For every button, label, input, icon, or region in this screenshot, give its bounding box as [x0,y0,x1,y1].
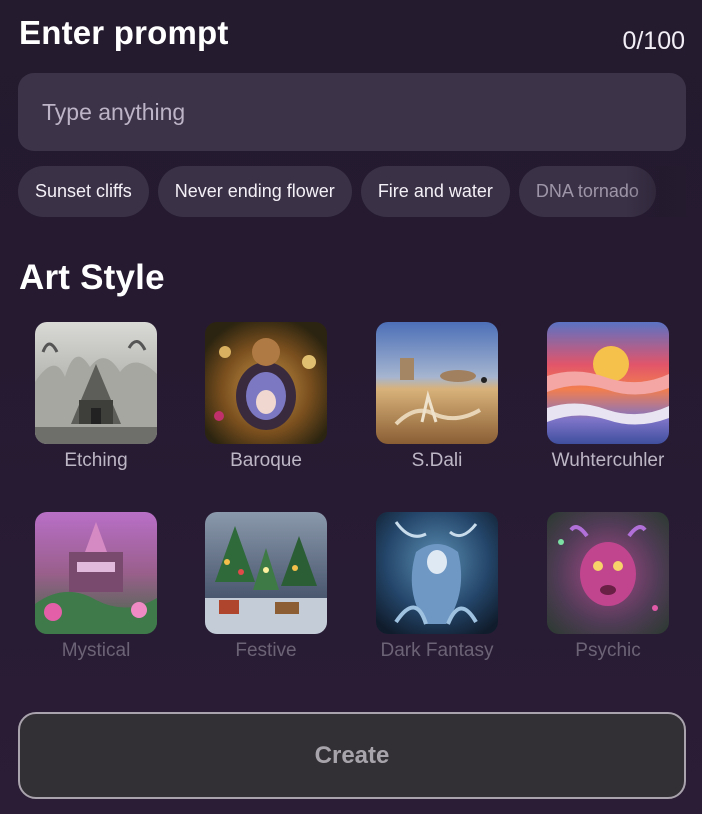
prompt-input[interactable] [40,97,664,127]
baroque-thumbnail [205,322,327,444]
style-label-festive: Festive [235,640,297,661]
etching-thumbnail [35,322,157,444]
style-label-baroque: Baroque [230,450,302,471]
prompt-input-box[interactable] [18,73,686,151]
style-label-etching: Etching [64,450,128,471]
sdali-thumbnail [376,322,498,444]
festive-thumbnail [205,512,327,634]
suggestion-chip-dna-tornado[interactable]: DNA tornado [518,166,656,217]
style-label-psychic: Psychic [575,640,641,661]
suggestion-chip-sunset-cliffs[interactable]: Sunset cliffs [18,166,149,217]
style-tile-wuhtercuhler[interactable]: Wuhtercuhler [522,322,694,472]
style-tile-dark-fantasy[interactable]: Dark Fantasy [351,512,523,662]
prompt-title: Enter prompt [19,14,229,51]
mystical-thumbnail [35,512,157,634]
style-tile-mystical[interactable]: Mystical [10,512,182,662]
art-style-title: Art Style [19,258,165,297]
style-label-wuhtercuhler: Wuhtercuhler [551,450,665,471]
suggestion-chip-never-ending-flower[interactable]: Never ending flower [157,166,352,217]
style-tile-etching[interactable]: Etching [10,322,182,472]
style-label-sdali: S.Dali [411,450,463,471]
psychic-thumbnail [547,512,669,634]
style-tile-psychic[interactable]: Psychic [522,512,694,662]
suggestion-chip-fire-and-water[interactable]: Fire and water [360,166,510,217]
prompt-screen: Enter prompt 0/100 Sunset cliffs Never e… [0,0,702,814]
style-label-dark-fantasy: Dark Fantasy [380,640,494,661]
create-button[interactable]: Create [18,712,686,799]
character-counter: 0/100 [622,27,685,55]
style-tile-sdali[interactable]: S.Dali [351,322,523,472]
style-label-mystical: Mystical [61,640,131,661]
dark-fantasy-thumbnail [376,512,498,634]
wuhtercuhler-thumbnail [547,322,669,444]
style-tile-baroque[interactable]: Baroque [180,322,352,472]
style-tile-festive[interactable]: Festive [180,512,352,662]
suggestion-chips: Sunset cliffs Never ending flower Fire a… [18,166,686,217]
